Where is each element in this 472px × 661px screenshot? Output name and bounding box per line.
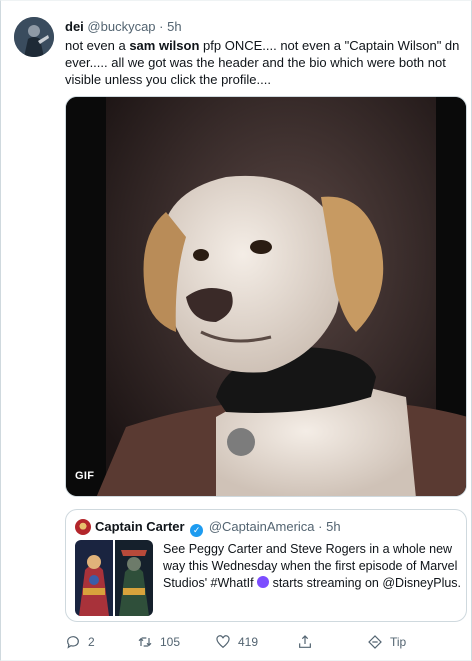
what-if-poster-image: [75, 540, 113, 616]
dog-gif-image: [66, 97, 466, 496]
verified-badge-icon: ✓: [190, 524, 204, 537]
reply-count: 2: [88, 635, 95, 649]
tip-icon: [368, 635, 382, 649]
separator-dot: ·: [159, 19, 164, 34]
quoted-tweet-text: See Peggy Carter and Steve Rogers in a w…: [163, 541, 463, 592]
quoted-media[interactable]: [75, 540, 153, 616]
author-display-name[interactable]: dei: [65, 19, 84, 34]
tweet[interactable]: dei @buckycap · 5h not even a sam wilson…: [0, 0, 472, 661]
reply-icon: [67, 636, 79, 649]
gif-media[interactable]: GIF: [65, 96, 467, 497]
quoted-tweet[interactable]: Captain Carter ✓ @CaptainAmerica · 5h Se…: [65, 509, 467, 622]
tweet-text: not even a sam wilson pfp ONCE.... not e…: [65, 37, 465, 88]
gif-badge: GIF: [75, 470, 95, 482]
quoted-author-avatar[interactable]: [75, 519, 91, 535]
tweet-timestamp[interactable]: 5h: [167, 19, 181, 34]
like-button[interactable]: 419: [215, 634, 258, 650]
heart-icon: [216, 635, 230, 649]
reply-button[interactable]: 2: [65, 634, 95, 650]
tweet-header: dei @buckycap · 5h: [65, 19, 182, 35]
retweet-icon: [138, 637, 152, 647]
tip-button[interactable]: Tip: [367, 634, 406, 650]
quoted-tweet-timestamp[interactable]: 5h: [326, 519, 340, 534]
tip-label: Tip: [390, 635, 407, 649]
separator-dot: ·: [318, 519, 323, 534]
share-icon: [299, 635, 311, 648]
action-bar: 2 105 419 Tip: [65, 634, 445, 654]
retweet-button[interactable]: 105: [137, 634, 180, 650]
quoted-tweet-header: Captain Carter ✓ @CaptainAmerica · 5h: [95, 519, 341, 537]
whatif-hashflag-icon: [257, 576, 270, 588]
what-if-poster-image: [115, 540, 153, 616]
retweet-count: 105: [160, 635, 181, 649]
tweet-text-part: not even a: [65, 38, 130, 53]
author-handle[interactable]: @buckycap: [87, 19, 155, 34]
author-avatar[interactable]: [14, 17, 54, 57]
quoted-author-display-name[interactable]: Captain Carter: [95, 519, 185, 534]
like-count: 419: [238, 635, 259, 649]
share-button[interactable]: [297, 634, 313, 650]
quoted-text-part: starts streaming on @DisneyPlus.: [269, 576, 462, 590]
quoted-author-handle[interactable]: @CaptainAmerica: [209, 519, 315, 534]
tweet-text-bold: sam wilson: [129, 38, 200, 53]
